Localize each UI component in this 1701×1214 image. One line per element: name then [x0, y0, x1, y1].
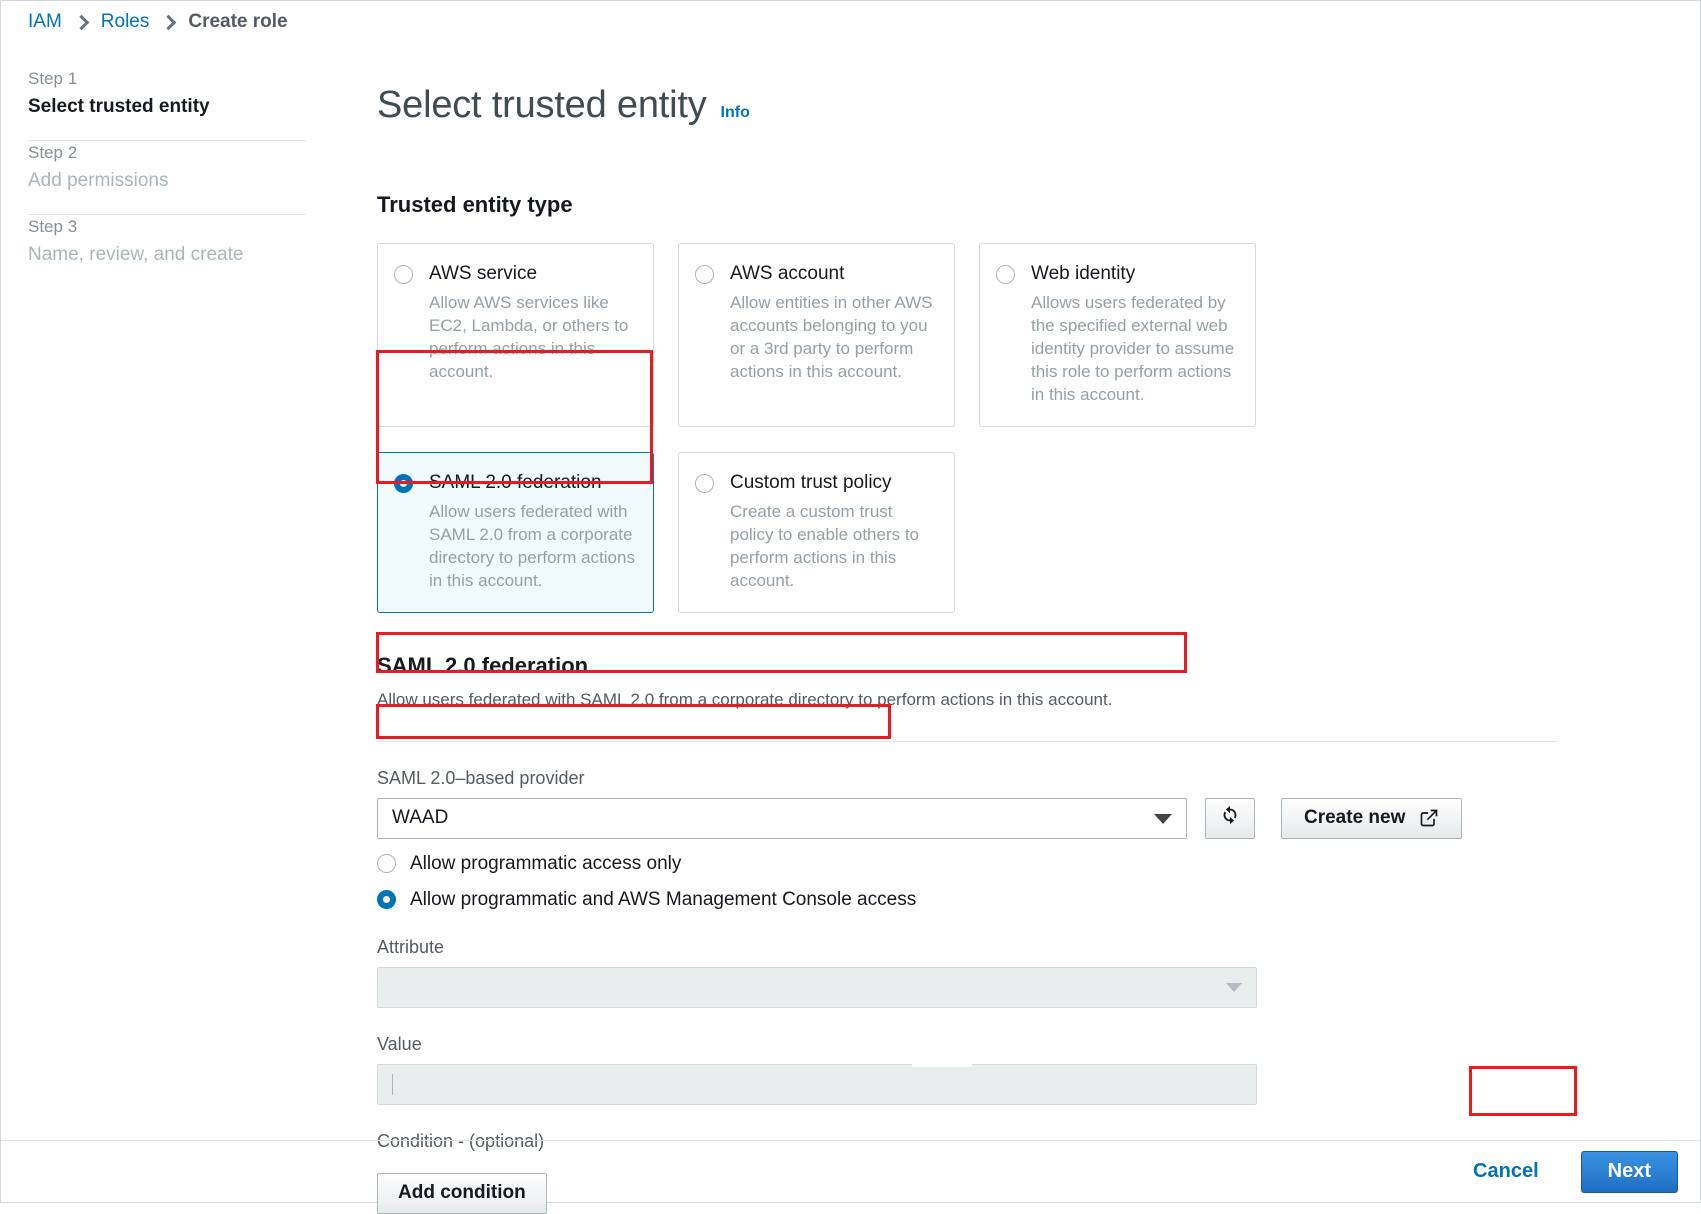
tile-aws-service-title: AWS service [429, 262, 538, 284]
refresh-icon [1219, 804, 1241, 832]
access-option-programmatic-only-label: Allow programmatic access only [410, 852, 682, 874]
wizard-footer: Cancel Next [1, 1140, 1700, 1202]
chevron-right-icon [161, 14, 177, 30]
tile-web-identity[interactable]: Web identity Allows users federated by t… [979, 242, 1256, 427]
tile-saml-federation-desc: Allow users federated with SAML 2.0 from… [429, 501, 635, 590]
trusted-entity-type-options: AWS service Allow AWS services like EC2,… [377, 242, 1557, 613]
attribute-label: Attribute [377, 936, 445, 957]
trusted-entity-type-heading: Trusted entity type [377, 191, 573, 217]
radio-programmatic-only[interactable] [377, 854, 396, 874]
saml-section-heading: SAML 2.0 federation [377, 652, 589, 678]
saml-federation-section: SAML 2.0 federation Allow users federate… [377, 653, 1557, 1214]
page-title-row: Select trusted entity Info [377, 59, 1557, 153]
tile-custom-trust-policy[interactable]: Custom trust policy Create a custom trus… [678, 451, 955, 613]
step-3-number: Step 3 [28, 217, 78, 236]
chevron-down-icon [1154, 814, 1172, 825]
provider-label: SAML 2.0–based provider [377, 767, 585, 788]
chevron-right-icon [73, 14, 90, 30]
tile-saml-federation-title: SAML 2.0 federation [429, 471, 602, 493]
saml-provider-value: WAAD [392, 807, 449, 829]
tile-aws-service-desc: Allow AWS services like EC2, Lambda, or … [429, 292, 629, 381]
radio-custom-trust-policy[interactable] [695, 473, 714, 493]
breadcrumb: IAM Roles Create role [28, 11, 288, 33]
chevron-down-icon [1226, 983, 1242, 993]
step-item-3: Step 3 Name, review, and create [28, 215, 306, 288]
step-2-number: Step 2 [28, 143, 78, 162]
tile-web-identity-desc: Allows users federated by the specified … [1031, 292, 1235, 404]
radio-aws-account[interactable] [695, 264, 714, 284]
access-option-programmatic-and-console-label: Allow programmatic and AWS Management Co… [410, 888, 917, 910]
attribute-select [377, 966, 1257, 1008]
tile-aws-service[interactable]: AWS service Allow AWS services like EC2,… [377, 242, 654, 427]
saml-section-description: Allow users federated with SAML 2.0 from… [377, 689, 1113, 709]
saml-provider-select[interactable]: WAAD [377, 797, 1187, 839]
step-1-number: Step 1 [28, 69, 78, 88]
tile-custom-trust-policy-title: Custom trust policy [730, 471, 892, 493]
breadcrumb-item-create-role: Create role [188, 11, 288, 32]
tile-aws-account-title: AWS account [730, 262, 845, 284]
page-title: Select trusted entity [377, 84, 707, 127]
step-item-2: Step 2 Add permissions [28, 141, 306, 214]
value-input [377, 1063, 1257, 1105]
next-button-label: Next [1607, 1160, 1651, 1182]
refresh-providers-button[interactable] [1205, 797, 1255, 839]
section-divider [377, 740, 1557, 742]
step-2-label: Add permissions [28, 170, 169, 191]
value-label: Value [377, 1033, 422, 1054]
access-option-programmatic-only[interactable]: Allow programmatic access only [377, 853, 1557, 875]
step-3-label: Name, review, and create [28, 244, 244, 265]
create-new-provider-button[interactable]: Create new [1281, 797, 1463, 839]
next-button[interactable]: Next [1580, 1150, 1678, 1193]
external-link-icon [1419, 808, 1439, 828]
provider-row: WAAD Create new [377, 797, 1557, 839]
main-content: Select trusted entity Info Trusted entit… [377, 59, 1557, 1214]
text-cursor-icon [392, 1073, 393, 1095]
cancel-button[interactable]: Cancel [1473, 1160, 1539, 1183]
radio-aws-service[interactable] [394, 264, 413, 284]
create-new-label: Create new [1304, 807, 1406, 829]
radio-programmatic-and-console[interactable] [377, 890, 396, 910]
step-1-label: Select trusted entity [28, 96, 210, 117]
tile-custom-trust-policy-desc: Create a custom trust policy to enable o… [730, 501, 920, 590]
radio-saml-federation[interactable] [394, 473, 413, 493]
value-input-notch [912, 1063, 972, 1067]
tile-aws-account-desc: Allow entities in other AWS accounts bel… [730, 292, 933, 381]
create-role-page: IAM Roles Create role Step 1 Select trus… [0, 0, 1701, 1214]
step-item-1[interactable]: Step 1 Select trusted entity [28, 67, 306, 140]
tile-aws-account[interactable]: AWS account Allow entities in other AWS … [678, 242, 955, 427]
step-navigation: Step 1 Select trusted entity Step 2 Add … [28, 67, 306, 288]
breadcrumb-item-iam[interactable]: IAM [28, 11, 62, 33]
tile-web-identity-title: Web identity [1031, 262, 1136, 284]
radio-web-identity[interactable] [996, 264, 1015, 284]
tile-saml-federation[interactable]: SAML 2.0 federation Allow users federate… [377, 451, 654, 613]
breadcrumb-item-roles[interactable]: Roles [101, 11, 150, 33]
access-option-programmatic-and-console[interactable]: Allow programmatic and AWS Management Co… [377, 889, 1557, 911]
info-link[interactable]: Info [721, 104, 750, 122]
